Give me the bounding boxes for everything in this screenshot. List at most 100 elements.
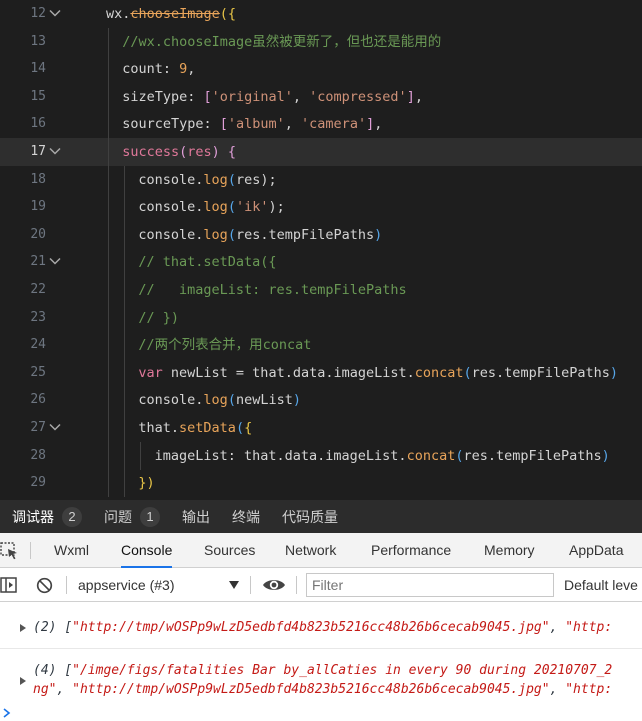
array-separator: , bbox=[549, 620, 566, 635]
code-line[interactable]: 16 sourceType: ['album', 'camera'], bbox=[0, 110, 642, 139]
code-token: sourceType: bbox=[122, 116, 220, 133]
tab-performance[interactable]: Performance bbox=[371, 533, 451, 568]
code-line[interactable]: 12 wx.chooseImage({ bbox=[0, 0, 642, 28]
fold-chevron-icon[interactable] bbox=[48, 420, 62, 434]
array-separator: , bbox=[56, 682, 73, 697]
code-text: wx.chooseImage({ bbox=[106, 0, 236, 28]
line-number: 25 bbox=[30, 364, 46, 380]
code-line[interactable]: 17 success(res) { bbox=[0, 138, 642, 166]
code-token: newList bbox=[235, 392, 293, 409]
code-token: var bbox=[138, 364, 171, 381]
tab-sources[interactable]: Sources bbox=[204, 533, 255, 568]
inspect-element-icon[interactable] bbox=[0, 542, 20, 560]
indent-guide bbox=[124, 358, 126, 387]
indent-guide bbox=[140, 441, 142, 470]
tab-memory[interactable]: Memory bbox=[484, 533, 535, 568]
code-line[interactable]: 26 console.log(newList) bbox=[0, 386, 642, 415]
code-token: that. bbox=[138, 420, 180, 436]
code-text: count: 9, bbox=[122, 55, 195, 83]
indent-guide bbox=[124, 469, 126, 498]
panel-tab-label: 调试器 bbox=[12, 508, 54, 525]
code-line[interactable]: 18 console.log(res); bbox=[0, 165, 642, 194]
line-number: 28 bbox=[30, 447, 46, 463]
sidebar-toggle-icon[interactable] bbox=[0, 576, 18, 594]
code-line[interactable]: 22 // imageList: res.tempFilePaths bbox=[0, 276, 642, 304]
tab-console[interactable]: Console bbox=[121, 533, 173, 568]
panel-tab-label: 问题 bbox=[104, 508, 132, 525]
indent-guide bbox=[108, 138, 109, 166]
array-length: (2) bbox=[33, 620, 65, 635]
clear-console-icon[interactable] bbox=[36, 577, 53, 594]
code-line[interactable]: 20 console.log(res.tempFilePaths) bbox=[0, 220, 642, 249]
code-text: console.log(newList) bbox=[138, 386, 301, 414]
tab-wxml[interactable]: Wxml bbox=[54, 533, 89, 568]
code-token: log bbox=[203, 199, 228, 216]
code-token: }) bbox=[138, 475, 155, 492]
expand-arrow-icon[interactable] bbox=[20, 677, 26, 685]
panel-tab[interactable]: 问题 1 bbox=[104, 500, 160, 533]
dropdown-triangle-icon bbox=[229, 581, 239, 589]
line-number: 18 bbox=[30, 171, 46, 187]
line-number: 29 bbox=[30, 475, 46, 491]
code-text: console.log('ik'); bbox=[138, 193, 284, 221]
code-token: console. bbox=[138, 171, 204, 188]
console-message[interactable]: (4) ["/imge/figs/fatalities Bar by_allCa… bbox=[0, 661, 642, 701]
panel-tab[interactable]: 终端 bbox=[232, 500, 260, 533]
indent-guide bbox=[108, 358, 109, 387]
fold-chevron-icon[interactable] bbox=[48, 254, 62, 268]
code-line[interactable]: 27 that.setData({ bbox=[0, 414, 642, 442]
code-line[interactable]: 19 console.log('ik'); bbox=[0, 193, 642, 222]
code-text: var newList = that.data.imageList.concat… bbox=[138, 359, 618, 387]
filter-input[interactable] bbox=[306, 573, 554, 597]
console-prompt-icon[interactable] bbox=[2, 706, 12, 718]
code-token: 'original' bbox=[211, 88, 293, 105]
indent-guide bbox=[124, 165, 126, 194]
code-line[interactable]: 28 imageList: that.data.imageList.concat(… bbox=[0, 441, 642, 470]
indent-guide bbox=[108, 441, 109, 470]
panel-tab[interactable]: 输出 bbox=[182, 500, 210, 533]
code-line[interactable]: 14 count: 9, bbox=[0, 55, 642, 84]
console-message[interactable]: (2) ["http://tmp/wOSPp9wLzD5edbfd4b823b5… bbox=[0, 617, 642, 639]
code-line[interactable]: 21 // that.setData({ bbox=[0, 248, 642, 277]
line-number: 14 bbox=[30, 61, 46, 77]
code-token: ( bbox=[179, 144, 188, 160]
code-token: res bbox=[235, 171, 261, 188]
panel-tab[interactable]: 代码质量 bbox=[282, 500, 338, 533]
expand-arrow-icon[interactable] bbox=[20, 624, 26, 632]
line-number: 27 bbox=[30, 420, 46, 435]
indent-guide bbox=[124, 276, 126, 304]
indent-guide bbox=[124, 414, 126, 442]
code-token: 'album' bbox=[227, 116, 285, 133]
indent-guide bbox=[108, 220, 109, 249]
indent-guide bbox=[108, 165, 109, 194]
code-line[interactable]: 13 //wx.chooseImage虽然被更新了，但也还是能用的 bbox=[0, 27, 642, 56]
code-token: , bbox=[187, 61, 196, 78]
code-token: ) bbox=[601, 447, 610, 464]
panel-tab-label: 代码质量 bbox=[282, 508, 338, 525]
panel-tab[interactable]: 调试器 2 bbox=[12, 500, 82, 533]
code-line[interactable]: 29}) bbox=[0, 469, 642, 498]
tab-network[interactable]: Network bbox=[285, 533, 336, 568]
code-token: ) bbox=[292, 392, 301, 409]
count-badge: 1 bbox=[140, 506, 160, 527]
panel-tab-label: 输出 bbox=[182, 508, 210, 525]
eye-icon[interactable] bbox=[262, 577, 286, 593]
code-editor[interactable]: 12 wx.chooseImage({13//wx.chooseImage虽然被更… bbox=[0, 0, 642, 500]
context-selector[interactable]: appservice (#3) bbox=[78, 568, 243, 602]
code-line[interactable]: 23 // }) bbox=[0, 303, 642, 332]
indent-guide bbox=[124, 193, 126, 222]
toolbar-divider bbox=[66, 576, 67, 594]
code-line[interactable]: 15 sizeType: ['original', 'compressed'], bbox=[0, 82, 642, 111]
code-text: console.log(res); bbox=[138, 166, 276, 194]
log-levels-dropdown[interactable]: Default leve bbox=[564, 568, 638, 602]
fold-chevron-icon[interactable] bbox=[48, 144, 62, 158]
code-text: sizeType: ['original', 'compressed'], bbox=[122, 83, 423, 111]
code-text: // that.setData({ bbox=[138, 248, 276, 276]
code-token: ( bbox=[227, 226, 236, 243]
indent-guide bbox=[108, 82, 109, 111]
code-token: wx. bbox=[106, 6, 131, 22]
code-line[interactable]: 25 var newList = that.data.imageList.conc… bbox=[0, 358, 642, 387]
tab-appdata[interactable]: AppData bbox=[569, 533, 623, 568]
code-line[interactable]: 24 //两个列表合并，用concat bbox=[0, 331, 642, 360]
fold-chevron-icon[interactable] bbox=[48, 6, 62, 20]
